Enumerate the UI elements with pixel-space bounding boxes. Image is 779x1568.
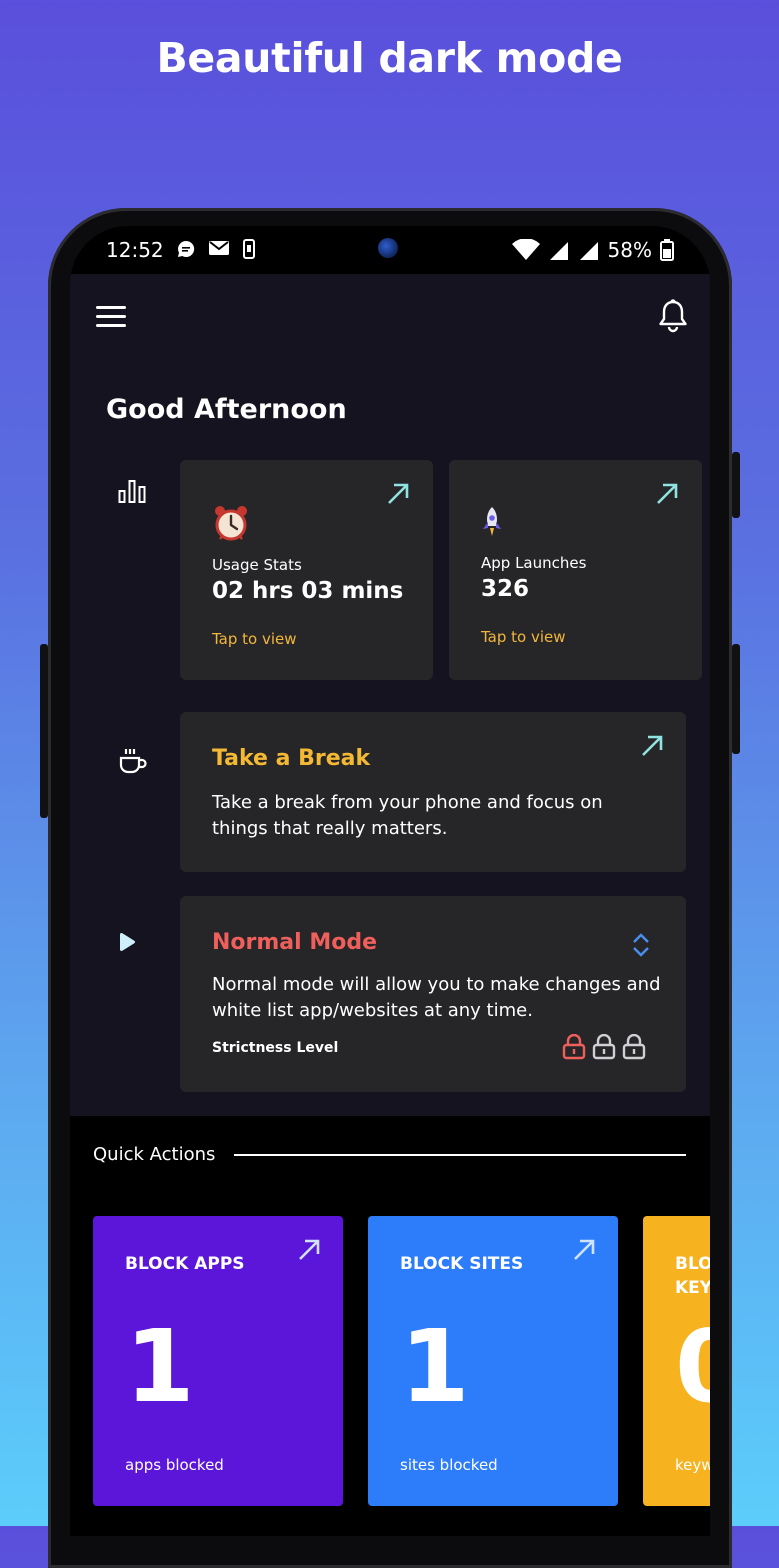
wifi-icon: [511, 239, 540, 260]
block-keywords-subtitle: keywords blocked: [675, 1456, 710, 1474]
mode-title: Normal Mode: [212, 930, 378, 955]
front-camera: [378, 238, 398, 258]
arrow-up-right-icon: [574, 1239, 595, 1260]
usage-stats-label: Usage Stats: [212, 556, 302, 574]
take-a-break-card[interactable]: Take a Break Take a break from your phon…: [180, 712, 686, 872]
expand-chevron-icon[interactable]: [632, 932, 650, 958]
usage-tap-to-view-link[interactable]: Tap to view: [212, 630, 297, 648]
launches-tap-to-view-link[interactable]: Tap to view: [481, 628, 566, 646]
strictness-level: [562, 1034, 646, 1060]
block-keywords-title: BLOCK KEYWORDS: [675, 1254, 710, 1298]
mail-icon: [209, 241, 229, 255]
app-launches-value: 326: [481, 576, 530, 602]
block-apps-title: BLOCK APPS: [125, 1254, 245, 1274]
greeting: Good Afternoon: [106, 394, 347, 425]
block-sites-count: 1: [400, 1308, 470, 1425]
bell-icon[interactable]: [656, 298, 690, 334]
battery-percent: 58%: [607, 238, 652, 262]
arrow-up-right-icon: [657, 483, 678, 504]
phone-side-button: [732, 644, 740, 754]
quick-actions-title: Quick Actions: [93, 1144, 216, 1165]
block-sites-tile[interactable]: BLOCK SITES 1 sites blocked: [368, 1216, 618, 1506]
app-screen: 12:52 58% Good Afternoon Usage Stats 02 …: [70, 226, 710, 1536]
bar-chart-icon: [118, 480, 146, 503]
battery-icon: [660, 239, 674, 261]
take-a-break-description: Take a break from your phone and focus o…: [212, 792, 603, 839]
divider: [234, 1154, 686, 1156]
strictness-label: Strictness Level: [212, 1040, 339, 1056]
chat-notification-icon: [178, 240, 195, 257]
block-keywords-tile[interactable]: BLOCK KEYWORDS 0 keywords blocked: [643, 1216, 710, 1506]
phone-side-button: [732, 452, 740, 518]
app-launches-label: App Launches: [481, 554, 587, 572]
arrow-up-right-icon: [388, 483, 409, 504]
alarm-clock-icon: [215, 506, 247, 541]
play-icon: [119, 932, 136, 952]
signal-icon: [579, 242, 598, 260]
app-launches-card[interactable]: App Launches 326 Tap to view: [449, 460, 702, 680]
usage-stats-value: 02 hrs 03 mins: [212, 578, 404, 604]
block-sites-title: BLOCK SITES: [400, 1254, 524, 1274]
lock-icon: [562, 1034, 586, 1060]
lock-icon: [622, 1034, 646, 1060]
block-apps-count: 1: [125, 1308, 195, 1425]
mode-description: Normal mode will allow you to make chang…: [212, 974, 661, 1021]
usage-stats-card[interactable]: Usage Stats 02 hrs 03 mins Tap to view: [180, 460, 433, 680]
normal-mode-card[interactable]: Normal Mode Normal mode will allow you t…: [180, 896, 686, 1092]
arrow-up-right-icon: [642, 735, 663, 756]
status-time: 12:52: [106, 238, 164, 262]
quick-actions-section: Quick Actions BLOCK APPS 1 apps blocked …: [70, 1116, 710, 1536]
lock-icon: [592, 1034, 616, 1060]
status-bar: 12:52 58%: [70, 226, 710, 274]
headline: Beautiful dark mode: [156, 34, 623, 82]
block-sites-subtitle: sites blocked: [400, 1456, 498, 1474]
take-a-break-title: Take a Break: [212, 746, 371, 771]
block-keywords-count: 0: [675, 1308, 710, 1425]
menu-icon[interactable]: [96, 306, 126, 328]
rocket-icon: [483, 507, 501, 536]
signal-icon: [549, 242, 568, 260]
block-apps-tile[interactable]: BLOCK APPS 1 apps blocked: [93, 1216, 343, 1506]
coffee-cup-icon: [119, 749, 147, 774]
phone-notification-icon: [243, 239, 255, 259]
block-apps-subtitle: apps blocked: [125, 1456, 224, 1474]
arrow-up-right-icon: [299, 1239, 320, 1260]
phone-side-button: [40, 644, 48, 818]
